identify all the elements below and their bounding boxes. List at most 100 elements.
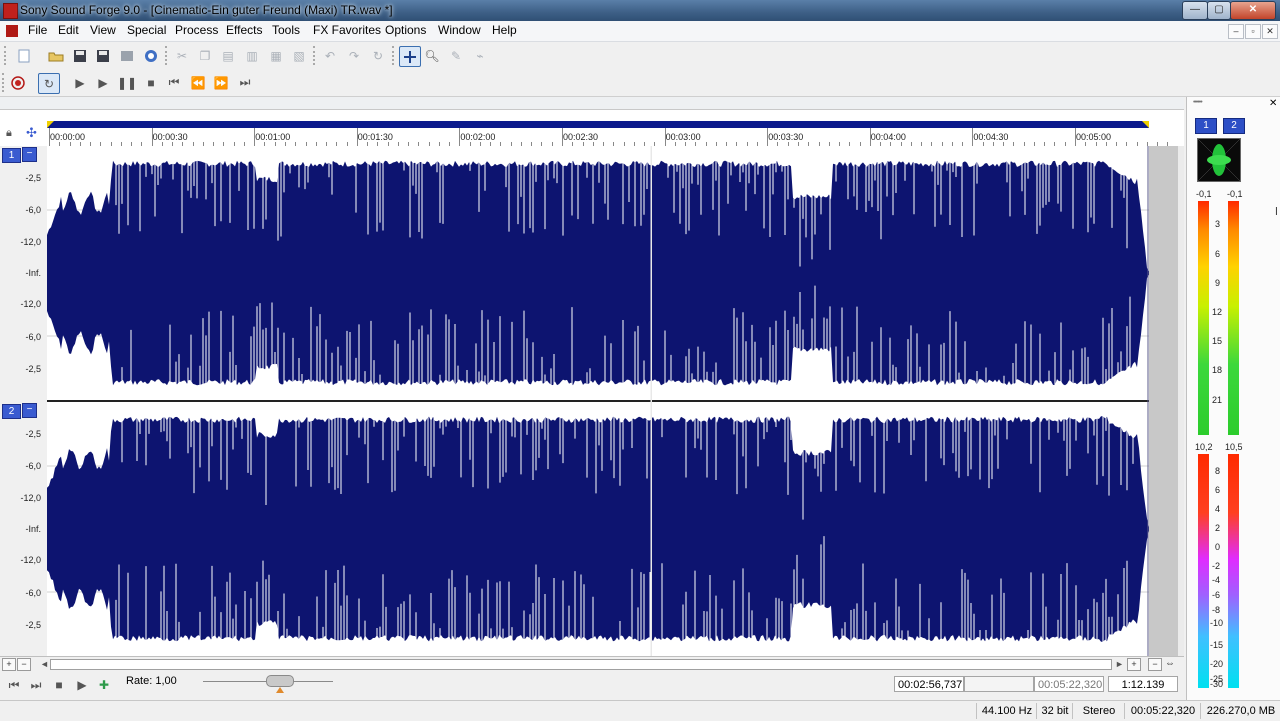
meter-close-button[interactable]: ✕ [1269,98,1277,109]
level-label: -12,0 [20,237,41,247]
waveform-svg[interactable] [47,146,1149,656]
selection-length-field[interactable] [964,676,1034,692]
document-icon[interactable] [6,25,18,37]
loop-playback-icon[interactable]: ↻ [38,73,60,94]
menu-tools[interactable]: Tools [272,23,300,37]
redo-icon[interactable]: ↷ [344,46,364,65]
waveform-display[interactable] [47,146,1149,656]
envelope-tool-icon[interactable]: ⌁ [470,46,490,65]
open-folder-icon[interactable] [46,46,66,65]
zoom-ratio-field[interactable]: 1:12.139 [1108,676,1178,692]
status-bit-depth: 32 bit [1036,703,1073,719]
zoom-fit-icon[interactable]: ⇔ [1165,658,1175,669]
cursor-position-field[interactable]: 00:02:56,737 [894,676,964,692]
edit-tool-icon[interactable] [399,46,421,67]
stop-icon[interactable]: ■ [141,73,161,92]
menu-effects[interactable]: Effects [226,23,262,37]
play-icon[interactable]: ▶ [93,73,113,92]
zoom-in-time-button[interactable]: + [1127,658,1141,671]
meter-scale-label: 3 [1215,219,1221,229]
forward-icon[interactable]: ⏩ [211,73,231,92]
undo-icon[interactable]: ↶ [320,46,340,65]
menu-window[interactable]: Window [438,23,481,37]
channel-minimize-button[interactable]: − [22,147,37,162]
window-close-button[interactable]: ✕ [1230,1,1276,20]
channel-1-button[interactable]: 1 [2,148,21,163]
mix-icon[interactable]: ▥ [242,46,262,65]
repeat-icon[interactable]: ↻ [368,46,388,65]
meter-scale-label: 21 [1212,395,1223,405]
file-length-field[interactable]: 00:05:22,320 [1034,676,1104,692]
go-to-start-icon[interactable]: ⏮ [6,677,22,693]
menu-help[interactable]: Help [492,23,517,37]
go-to-end-icon[interactable]: ⏭ [28,677,44,693]
toolbar-grip[interactable] [392,46,398,65]
pause-icon[interactable]: ❚❚ [117,73,137,92]
cut-icon[interactable]: ✂ [172,46,192,65]
stop-icon[interactable]: ■ [51,677,67,693]
mdi-close-button[interactable]: ✕ [1262,24,1278,39]
time-ruler[interactable]: 00:00:00 00:00:30 00:01:00 00:01:30 00:02:00… [47,128,1169,147]
start-marker[interactable] [47,121,54,128]
zoom-out-level-button[interactable]: − [17,658,31,671]
window-minimize-button[interactable]: — [1182,1,1208,20]
go-to-end-icon[interactable]: ⏭ [235,73,255,92]
scroll-right-icon[interactable]: ► [1115,659,1124,669]
meter-channel-2-button[interactable]: 2 [1223,118,1245,134]
menu-fx-favorites[interactable]: FX Favorites [313,23,381,37]
overview-bar[interactable] [0,97,1184,110]
peak-bottom-1[interactable]: 10,2 [1195,442,1213,452]
level-label: -2,5 [25,620,41,630]
rate-slider-thumb[interactable] [266,675,294,687]
save-icon[interactable] [70,46,90,65]
meter-bar-1 [1198,201,1209,435]
paste-new-icon[interactable]: ▦ [266,46,286,65]
channel-2-button[interactable]: 2 [2,404,21,419]
menu-special[interactable]: Special [127,23,166,37]
properties-icon[interactable] [141,46,161,65]
new-file-icon[interactable] [14,46,34,65]
copy-icon[interactable]: ❐ [195,46,215,65]
zoom-in-level-button[interactable]: + [2,658,16,671]
waveform-channel-1[interactable] [47,160,1149,386]
window-maximize-button[interactable]: ▢ [1207,1,1231,20]
pencil-tool-icon[interactable]: ✎ [446,46,466,65]
meter-grip[interactable]: •••••• [1193,99,1203,106]
zoom-out-time-button[interactable]: − [1148,658,1162,671]
rewind-icon[interactable]: ⏪ [188,73,208,92]
menu-process[interactable]: Process [175,23,218,37]
menu-view[interactable]: View [90,23,116,37]
peak-hold-1[interactable]: -0,1 [1196,189,1212,199]
go-to-start-icon[interactable]: ⏮ [164,73,184,92]
scroll-left-icon[interactable]: ◄ [40,659,49,669]
end-marker[interactable] [1142,121,1149,128]
menu-options[interactable]: Options [385,23,426,37]
peak-bottom-2[interactable]: 10,5 [1225,442,1243,452]
selection-bar[interactable] [47,121,1149,128]
toolbar-grip[interactable] [165,46,171,65]
paste-icon[interactable]: ▤ [218,46,238,65]
magnify-tool-icon[interactable]: 🔍︎ [422,46,442,65]
render-icon[interactable] [117,46,137,65]
play-as-sample-icon[interactable]: ✚ [96,677,112,693]
trim-icon[interactable]: ▧ [289,46,309,65]
record-icon[interactable] [8,73,28,92]
mdi-restore-button[interactable]: ▫ [1245,24,1261,39]
mdi-minimize-button[interactable]: – [1228,24,1244,39]
peak-hold-2[interactable]: -0,1 [1227,189,1243,199]
toolbar-grip[interactable] [313,46,319,65]
horizontal-scrollbar-thumb[interactable] [50,659,1112,670]
save-as-icon[interactable] [93,46,113,65]
lock-icon[interactable]: 🔒︎ [6,127,12,140]
toolbar-grip[interactable] [4,46,10,65]
after-end-region [1149,146,1178,656]
menu-file[interactable]: File [28,23,47,37]
vertical-scrollbar[interactable] [1178,146,1184,656]
snap-icon[interactable]: ✣ [26,125,37,141]
meter-scale-label: 9 [1215,278,1221,288]
play-icon[interactable]: ▶ [74,677,90,693]
play-all-icon[interactable]: ▶ [70,73,90,92]
channel-minimize-button[interactable]: − [22,403,37,418]
menu-edit[interactable]: Edit [58,23,79,37]
meter-channel-1-button[interactable]: 1 [1195,118,1217,134]
